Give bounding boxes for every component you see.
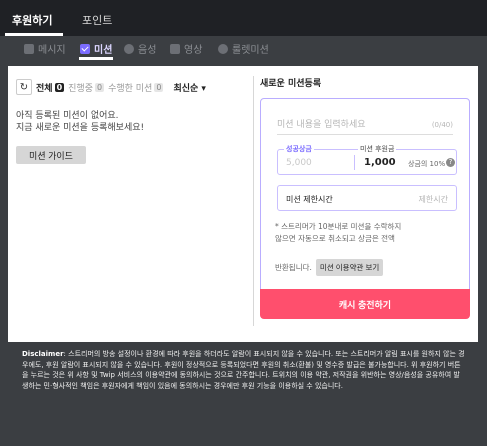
mission-input[interactable]: 미션 내용을 입력하세요 (0/40) <box>277 107 453 135</box>
filter-all-label: 전체 <box>36 83 53 94</box>
mission-note: * 스트리머가 10분내로 미션을 수락하지 않으면 자동으로 취소되고 상금은… <box>275 221 461 245</box>
filter-in-progress[interactable]: 진행중 0 <box>68 81 105 94</box>
form-title: 새로운 미션등록 <box>260 79 322 89</box>
check-icon <box>80 43 90 54</box>
tab-message-label: 메시지 <box>38 45 66 56</box>
mission-fee-label: 미션 후원금 <box>358 144 397 154</box>
divider <box>253 76 254 326</box>
filter-in-progress-count: 0 <box>94 82 105 92</box>
tab-video[interactable]: 영상 <box>170 41 202 56</box>
terms-row: 반환됩니다. 미션 이용약관 보기 <box>275 259 384 276</box>
filter-all-count: 0 <box>54 82 65 92</box>
voice-icon <box>124 43 134 54</box>
field-separator <box>354 155 355 170</box>
disclaimer: Disclaimer: 스트리머의 방송 설정이나 환경에 따라 후원을 하더라… <box>22 349 466 391</box>
time-limit-placeholder: 제한시간 <box>418 195 448 204</box>
sort-label: 최신순 <box>173 83 199 94</box>
refresh-icon[interactable]: ↻ <box>16 79 32 95</box>
disclaimer-heading: Disclaimer <box>22 350 64 358</box>
empty-line-2: 지금 새로운 미션을 등록해보세요! <box>16 123 145 133</box>
filter-all[interactable]: 전체 0 <box>36 81 65 94</box>
video-icon <box>170 43 180 54</box>
empty-state: 아직 등록된 미션이 없어요. 지금 새로운 미션을 등록해보세요! <box>16 110 248 134</box>
success-prize-label: 성공상금 <box>284 144 314 154</box>
prize-fields: 성공상금 미션 후원금 5,000 1,000 상금의 10% ? <box>277 144 457 175</box>
charge-cash-button[interactable]: 캐시 충전하기 <box>260 289 470 319</box>
mission-panel: ↻ 전체 0 진행중 0 수행한 미션 0 최신순 ▾ 아직 등록된 미션이 없… <box>8 66 478 342</box>
roulette-icon <box>218 43 228 54</box>
filter-completed[interactable]: 수행한 미션 0 <box>108 81 164 94</box>
active-subtab-indicator <box>79 57 113 60</box>
terms-button[interactable]: 미션 이용약관 보기 <box>315 259 384 276</box>
top-tab-bar: 후원하기 포인트 <box>0 0 487 36</box>
mission-placeholder: 미션 내용을 입력하세요 <box>277 120 366 130</box>
tab-roulette[interactable]: 룰렛미션 <box>218 41 269 56</box>
time-limit-label: 미션 제한시간 <box>286 195 333 204</box>
tab-voice-label: 음성 <box>138 45 157 56</box>
note-line-1: * 스트리머가 10분내로 미션을 수락하지 <box>275 222 402 231</box>
message-icon <box>24 43 34 54</box>
char-count: (0/40) <box>431 121 453 129</box>
donation-type-bar: 메시지 미션 음성 영상 룰렛미션 <box>0 36 487 60</box>
help-icon[interactable]: ? <box>446 158 455 167</box>
tab-voice[interactable]: 음성 <box>124 41 156 56</box>
tab-mission-label: 미션 <box>94 45 113 56</box>
refund-text: 반환됩니다. <box>275 263 312 272</box>
tab-points[interactable]: 포인트 <box>82 12 112 28</box>
disclaimer-text: : 스트리머의 방송 설정이나 환경에 따라 후원을 하더라도 알람이 표시되지… <box>22 350 465 390</box>
empty-line-1: 아직 등록된 미션이 없어요. <box>16 111 119 121</box>
filter-completed-count: 0 <box>154 82 164 92</box>
filter-row: ↻ 전체 0 진행중 0 수행한 미션 0 최신순 ▾ <box>16 78 248 96</box>
note-line-2: 않으면 자동으로 취소되고 상금은 전액 <box>275 234 395 243</box>
success-prize-input[interactable]: 5,000 <box>286 158 312 168</box>
mission-fee-value: 1,000 <box>364 157 396 168</box>
tab-video-label: 영상 <box>184 45 203 56</box>
chevron-down-icon: ▾ <box>201 83 206 94</box>
filter-completed-label: 수행한 미션 <box>108 83 153 94</box>
filter-in-progress-label: 진행중 <box>68 83 93 94</box>
tab-roulette-label: 룰렛미션 <box>232 45 269 56</box>
tab-message[interactable]: 메시지 <box>24 41 66 56</box>
mission-guide-button[interactable]: 미션 가이드 <box>16 146 86 164</box>
new-mission-form: 새로운 미션등록 미션 내용을 입력하세요 (0/40) 성공상금 미션 후원금… <box>260 76 470 319</box>
sort-dropdown[interactable]: 최신순 ▾ <box>173 81 206 94</box>
tab-donate[interactable]: 후원하기 <box>12 12 52 28</box>
mission-list: ↻ 전체 0 진행중 0 수행한 미션 0 최신순 ▾ 아직 등록된 미션이 없… <box>16 78 248 164</box>
tab-mission[interactable]: 미션 <box>80 41 112 56</box>
form-card: 미션 내용을 입력하세요 (0/40) 성공상금 미션 후원금 5,000 1,… <box>260 98 470 319</box>
fee-percent: 상금의 10% <box>408 160 446 168</box>
time-limit-field[interactable]: 미션 제한시간 제한시간 <box>277 185 457 211</box>
